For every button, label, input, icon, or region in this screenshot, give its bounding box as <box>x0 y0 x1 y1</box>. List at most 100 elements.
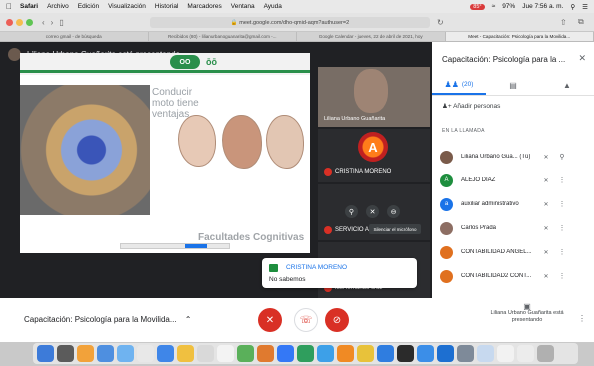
forward-icon[interactable]: › <box>51 18 54 27</box>
avatar <box>440 150 453 164</box>
add-people-button[interactable]: ♟+ Añadir personas <box>442 102 500 110</box>
more-options-icon[interactable]: ⋮ <box>578 314 586 323</box>
dock-app-icon[interactable] <box>517 345 534 362</box>
in-call-section-label: EN LA LLAMADA <box>442 128 485 134</box>
mic-off-icon[interactable]: ✕ <box>537 225 555 232</box>
microphone-toggle-button[interactable]: ✕ <box>258 308 282 332</box>
dock-app-icon[interactable] <box>57 345 74 362</box>
wifi-icon[interactable]: ≈ <box>492 3 496 10</box>
dock-app-icon[interactable] <box>437 345 454 362</box>
mic-off-icon: ✕ <box>265 314 275 326</box>
menu-list-icon[interactable]: ☰ <box>582 3 588 11</box>
dock-app-icon[interactable] <box>117 345 134 362</box>
dock-app-icon[interactable] <box>217 345 234 362</box>
dock-app-icon[interactable] <box>237 345 254 362</box>
mute-participant-icon[interactable]: ✕ <box>366 205 379 218</box>
status-area: 85° ≈ 97% Jue 7:56 a. m. ⚲ ☰ <box>470 3 594 11</box>
tab-chat[interactable]: ▤ <box>486 76 540 95</box>
more-options-icon[interactable]: ⋮ <box>555 272 569 280</box>
pin-icon[interactable]: ⚲ <box>345 205 358 218</box>
participant-row[interactable]: A ALEJO DIAZ ✕ ⋮ <box>440 173 590 187</box>
slide-navigation-bar[interactable] <box>120 243 230 249</box>
dock-app-icon[interactable] <box>37 345 54 362</box>
meeting-details-button[interactable]: Capacitación: Psicología para la Movilid… <box>24 315 191 324</box>
participant-tile-cristina[interactable]: A CRISTINA MORENO <box>318 129 430 182</box>
close-window-button[interactable] <box>6 18 13 26</box>
menu-visualizacion[interactable]: Visualización <box>108 3 146 10</box>
close-icon[interactable]: ✕ <box>578 53 586 64</box>
dock-app-icon[interactable] <box>97 345 114 362</box>
apple-icon[interactable]:  <box>6 2 12 11</box>
camera-toggle-button[interactable]: ⊘ <box>325 308 349 332</box>
tabs-overview-icon[interactable]: ⧉ <box>578 17 584 27</box>
self-video-tile[interactable]: Liliana Urbano Guañarita <box>318 67 430 127</box>
dock-app-icon[interactable] <box>297 345 314 362</box>
menu-edicion[interactable]: Edición <box>78 3 99 10</box>
dock-app-icon[interactable] <box>317 345 334 362</box>
menu-archivo[interactable]: Archivo <box>47 3 69 10</box>
minimize-window-button[interactable] <box>16 18 23 26</box>
battery-level[interactable]: 97% <box>502 3 515 10</box>
reload-icon[interactable]: ↻ <box>437 18 444 27</box>
tab-inbox[interactable]: Recibidos (80) - lilianurbanoguanarita@g… <box>149 32 297 41</box>
mic-off-icon[interactable]: ✕ <box>537 154 555 161</box>
temperature-badge[interactable]: 85° <box>470 3 485 10</box>
participant-row[interactable]: Carlos Prada ✕ ⋮ <box>440 221 590 235</box>
more-options-icon[interactable]: ⋮ <box>555 176 569 184</box>
avatar <box>440 221 453 235</box>
chat-notification[interactable]: CRISTINA MORENO No sabemos <box>262 258 417 288</box>
dock-app-icon[interactable] <box>257 345 274 362</box>
remove-participant-icon[interactable]: ⊖ <box>387 205 400 218</box>
mic-off-icon[interactable]: ✕ <box>537 249 555 256</box>
participant-row[interactable]: a auxiliar administrativo ✕ ⋮ <box>440 197 590 211</box>
dock-app-icon[interactable] <box>277 345 294 362</box>
dock-app-icon[interactable] <box>137 345 154 362</box>
dock-app-icon[interactable] <box>477 345 494 362</box>
menu-safari[interactable]: Safari <box>20 3 38 10</box>
zoom-window-button[interactable] <box>26 18 33 26</box>
dock-app-icon[interactable] <box>357 345 374 362</box>
mic-off-icon[interactable]: ✕ <box>537 273 555 280</box>
tab-activities[interactable]: ▲ <box>540 76 594 95</box>
dock-app-icon[interactable] <box>337 345 354 362</box>
dock-app-icon[interactable] <box>197 345 214 362</box>
participant-row[interactable]: CONTABILIDAD2 CONT... ✕ ⋮ <box>440 269 590 283</box>
participant-row[interactable]: Liliana Urbano Gua... (Tú) ✕ ⚲ <box>440 150 590 164</box>
more-options-icon[interactable]: ⋮ <box>555 224 569 232</box>
dock-app-icon[interactable] <box>417 345 434 362</box>
participant-row[interactable]: CONTABILIDAD ANGEL... ✕ ⋮ <box>440 245 590 259</box>
participant-name: auxiliar administrativo <box>461 201 519 207</box>
mic-off-icon[interactable]: ✕ <box>537 177 555 184</box>
share-icon[interactable]: ⇧ <box>560 18 567 27</box>
menu-historial[interactable]: Historial <box>155 3 178 10</box>
address-bar[interactable]: 🔒 meet.google.com/dho-qmid-aqm?authuser=… <box>150 17 430 28</box>
back-icon[interactable]: ‹ <box>42 18 45 27</box>
tab-meet[interactable]: Meet - Capacitación: Psicología para la … <box>445 32 594 41</box>
tab-gmail-search[interactable]: correo gmail - de búsqueda <box>0 32 149 41</box>
tab-people[interactable]: ♟♟ (20) <box>432 76 486 95</box>
dock-app-icon[interactable] <box>177 345 194 362</box>
pin-icon[interactable]: ⚲ <box>555 153 569 161</box>
participant-name: ALEJO DIAZ <box>461 177 496 183</box>
dock-app-icon[interactable] <box>77 345 94 362</box>
search-icon[interactable]: ⚲ <box>570 3 575 11</box>
dock-app-icon[interactable] <box>537 345 554 362</box>
slide-nav-button[interactable] <box>185 244 207 248</box>
menu-ventana[interactable]: Ventana <box>231 3 255 10</box>
tab-calendar[interactable]: Google Calendar - jueves, 22 de abril de… <box>297 32 446 41</box>
dock-app-icon[interactable] <box>377 345 394 362</box>
dock-app-icon[interactable] <box>497 345 514 362</box>
brain-image-1 <box>178 115 216 167</box>
presenting-status-button[interactable]: ▣ Liliana Urbano Guañarita está presenta… <box>490 303 564 324</box>
mic-off-icon[interactable]: ✕ <box>537 201 555 208</box>
leave-call-button[interactable]: ☏ <box>294 308 318 332</box>
dock-app-icon[interactable] <box>397 345 414 362</box>
clock[interactable]: Jue 7:56 a. m. <box>522 3 563 10</box>
dock-app-icon[interactable] <box>157 345 174 362</box>
more-options-icon[interactable]: ⋮ <box>555 200 569 208</box>
menu-ayuda[interactable]: Ayuda <box>264 3 282 10</box>
dock-app-icon[interactable] <box>457 345 474 362</box>
menu-marcadores[interactable]: Marcadores <box>187 3 221 10</box>
sidebar-icon[interactable]: ▯ <box>59 18 63 27</box>
more-options-icon[interactable]: ⋮ <box>555 248 569 256</box>
